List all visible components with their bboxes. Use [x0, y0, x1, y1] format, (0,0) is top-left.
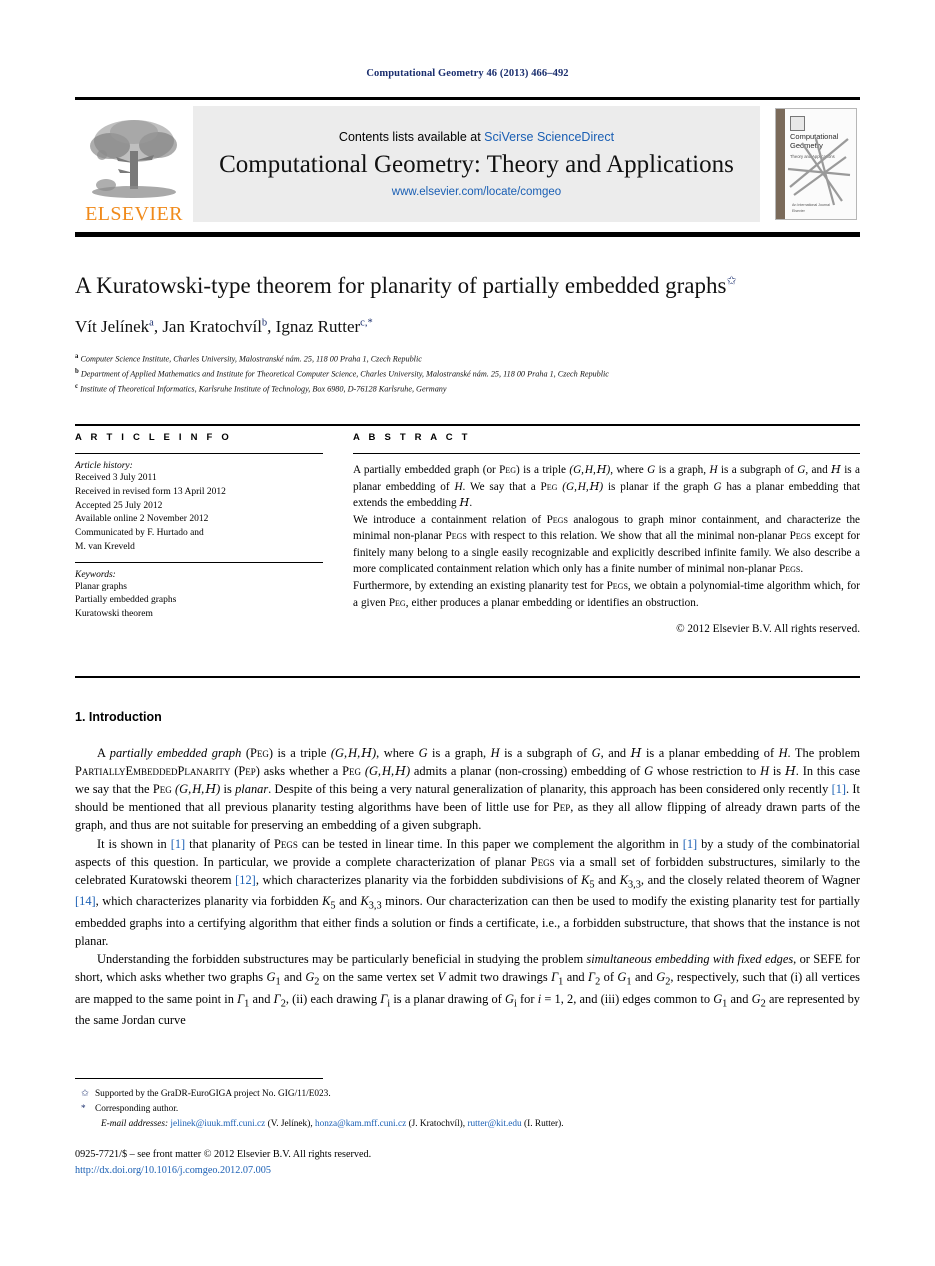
elsevier-wordmark: ELSEVIER [85, 203, 183, 225]
author-name-2: Ignaz Rutter [275, 316, 361, 336]
affiliation-mark-a: a [75, 352, 79, 360]
footnote-star-marker: ✩ [81, 1089, 89, 1099]
citation-14[interactable]: [14] [75, 894, 96, 908]
abstract-paragraph-2: We introduce a containment relation of P… [353, 513, 861, 576]
article-info-rule [75, 453, 323, 454]
citation-1b[interactable]: [1] [171, 837, 185, 851]
body-block: 1. Introduction A partially embedded gra… [75, 710, 860, 1029]
footnote-asterisk-text: Corresponding author. [95, 1104, 179, 1115]
footer-block: 0925-7721/$ – see front matter © 2012 El… [75, 1147, 860, 1180]
affiliation-mark-c: c [75, 382, 79, 390]
article-info-heading: A R T I C L E I N F O [75, 432, 232, 443]
info-bottom-rule [75, 676, 860, 678]
email-owner-rutter: (I. Rutter) [524, 1119, 562, 1130]
keyword-0: Planar graphs [75, 581, 127, 592]
email-addresses-label: E-mail addresses: [101, 1119, 169, 1130]
footnote-star: ✩ Supported by the GraDR-EuroGIGA projec… [75, 1087, 860, 1102]
history-line-5: M. van Kreveld [75, 541, 135, 552]
affiliation-text-a: Computer Science Institute, Charles Univ… [80, 354, 422, 364]
abstract-copyright: © 2012 Elsevier B.V. All rights reserved… [676, 623, 860, 636]
sciencedirect-link[interactable]: SciVerse ScienceDirect [484, 130, 614, 144]
body-paragraph-3: Understanding the forbidden substructure… [75, 952, 860, 1028]
running-head: Computational Geometry 46 (2013) 466–492 [366, 68, 569, 79]
abstract-column: A B S T R A C T A partially embedded gra… [353, 432, 860, 646]
section-heading-introduction: 1. Introduction [75, 710, 162, 724]
article-history-label: Article history: [75, 461, 133, 471]
affiliation-text-b: Department of Applied Mathematics and In… [80, 369, 609, 379]
email-owner-kratochvil: (J. Kratochvíl) [408, 1119, 463, 1130]
contents-prefix: Contents lists available at [338, 130, 485, 145]
page-title: A Kuratowski-type theorem for planarity … [75, 272, 860, 301]
cover-image: Computational Geometry Theory and Applic… [775, 108, 857, 220]
info-abstract-block: A R T I C L E I N F O Article history: R… [75, 432, 860, 646]
abstract-paragraph-1: A partially embedded graph (or Peg) is a… [353, 463, 861, 510]
keywords-rule [75, 561, 323, 563]
email-link-rutter[interactable]: rutter@kit.edu [467, 1119, 521, 1129]
body-paragraph-2: It is shown in [1] that planarity of Peg… [75, 836, 860, 948]
contents-available-line: Contents lists available at SciVerse Sci… [339, 130, 614, 144]
history-line-2: Accepted 25 July 2012 [75, 500, 163, 511]
paper-title-text: A Kuratowski-type theorem for planarity … [75, 273, 727, 298]
issn-copyright-line: 0925-7721/$ – see front matter © 2012 El… [75, 1149, 372, 1160]
keywords-label: Keywords: [75, 569, 116, 580]
affiliation-a: a Computer Science Institute, Charles Un… [75, 351, 860, 366]
history-line-0: Received 3 July 2011 [75, 473, 157, 483]
footnote-star-text: Supported by the GraDR-EuroGIGA project … [95, 1089, 331, 1099]
email-owner-jelinek: (V. Jelínek) [267, 1119, 311, 1130]
affiliation-text-c: Institute of Theoretical Informatics, Ka… [80, 384, 447, 394]
history-line-1: Received in revised form 13 April 2012 [75, 486, 226, 497]
footnotes-block: ✩ Supported by the GraDR-EuroGIGA projec… [75, 1087, 860, 1132]
keyword-1: Partially embedded graphs [75, 595, 177, 606]
journal-cover-thumbnail: Computational Geometry Theory and Applic… [772, 100, 860, 228]
footnote-separator [75, 1078, 323, 1079]
history-line-4: Communicated by F. Hurtado and [75, 528, 204, 539]
abstract-rule [353, 453, 860, 454]
email-link-kratochvil[interactable]: honza@kam.mff.cuni.cz [315, 1119, 406, 1129]
author-sup-1: b [261, 317, 268, 329]
author-name-0: Vít Jelínek [75, 316, 150, 336]
email-link-jelinek[interactable]: jelinek@iuuk.mff.cuni.cz [170, 1119, 265, 1129]
title-footnote-marker: ✩ [726, 273, 737, 288]
journal-homepage-link[interactable]: www.elsevier.com/locate/comgeo [392, 186, 561, 198]
author-sup-0: a [149, 317, 154, 329]
journal-title: Computational Geometry: Theory and Appli… [219, 151, 734, 179]
affiliation-c: c Institute of Theoretical Informatics, … [75, 381, 860, 396]
affiliation-b: b Department of Applied Mathematics and … [75, 366, 860, 381]
citation-1[interactable]: [1] [832, 782, 846, 796]
masthead-center: Contents lists available at SciVerse Sci… [193, 106, 760, 222]
abstract-heading: A B S T R A C T [353, 432, 471, 443]
author-list: Vít Jelíneka, Jan Kratochvílb, Ignaz Rut… [75, 316, 373, 336]
footnote-asterisk-marker: * [81, 1104, 86, 1115]
author-name-1: Jan Kratochvíl [162, 316, 262, 336]
elsevier-logo: ELSEVIER [75, 100, 193, 228]
affiliation-mark-b: b [75, 367, 79, 375]
keyword-2: Kuratowski theorem [75, 609, 153, 620]
citation-12[interactable]: [12] [235, 873, 256, 887]
column-gap [323, 432, 353, 646]
elsevier-tree-icon [90, 120, 177, 198]
footnote-emails: E-mail addresses: jelinek@iuuk.mff.cuni.… [101, 1119, 564, 1130]
history-line-3: Available online 2 November 2012 [75, 514, 209, 525]
article-info-column: A R T I C L E I N F O Article history: R… [75, 432, 323, 646]
journal-masthead: ELSEVIER Contents lists available at Sci… [75, 97, 860, 228]
paper-page: Computational Geometry 46 (2013) 466–492 [0, 0, 935, 1266]
abstract-paragraph-3: Furthermore, by extending an existing pl… [353, 580, 860, 609]
title-block: A Kuratowski-type theorem for planarity … [75, 272, 860, 396]
doi-link[interactable]: http://dx.doi.org/10.1016/j.comgeo.2012.… [75, 1165, 271, 1176]
body-paragraph-1: A partially embedded graph (Peg) is a tr… [75, 745, 861, 833]
citation-1c[interactable]: [1] [683, 837, 697, 851]
info-top-rule [75, 424, 860, 426]
cover-footer: An International Journal Elsevier [792, 203, 830, 213]
masthead-bottom-rule [75, 232, 860, 237]
footnote-asterisk: * Corresponding author. [75, 1102, 860, 1117]
author-sup-2: c,* [360, 317, 373, 329]
